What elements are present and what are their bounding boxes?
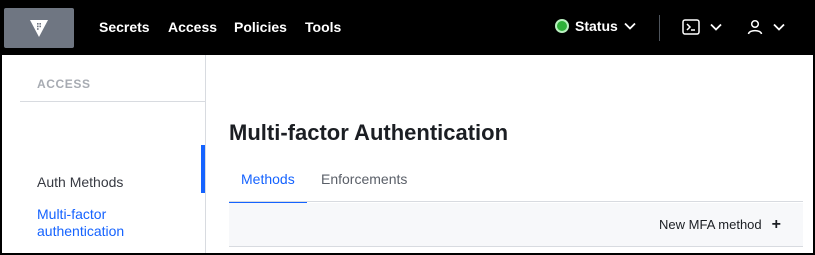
tab-divider <box>229 201 803 202</box>
tab-bar: Methods Enforcements <box>229 169 803 203</box>
status-ok-icon <box>555 19 569 33</box>
sidebar-heading: ACCESS <box>37 77 91 91</box>
chevron-down-icon <box>773 23 785 31</box>
new-mfa-method-button[interactable]: New MFA method + <box>659 216 781 233</box>
tab-methods[interactable]: Methods <box>229 169 307 203</box>
terminal-icon <box>682 19 700 35</box>
sidebar-item-mfa[interactable]: Multi-factor authentication <box>37 206 157 240</box>
plus-icon: + <box>771 216 781 233</box>
top-navbar: Secrets Access Policies Tools Status <box>2 2 813 55</box>
new-mfa-method-label: New MFA method <box>659 217 762 232</box>
chevron-down-icon <box>624 22 636 30</box>
nav-link-secrets[interactable]: Secrets <box>99 19 150 35</box>
console-toggle-button[interactable] <box>682 19 722 35</box>
nav-link-tools[interactable]: Tools <box>305 19 341 35</box>
user-icon <box>747 19 763 35</box>
vault-logo-icon <box>30 20 48 37</box>
sidebar-item-auth-methods[interactable]: Auth Methods <box>37 174 123 190</box>
page-title: Multi-factor Authentication <box>229 120 509 145</box>
chevron-down-icon <box>710 23 722 31</box>
app-window: Secrets Access Policies Tools Status ACC… <box>0 0 815 255</box>
vault-logo[interactable] <box>4 8 74 48</box>
navbar-divider <box>659 15 660 41</box>
sidebar-active-indicator <box>201 145 205 193</box>
status-menu[interactable]: Status <box>555 18 636 34</box>
sidebar-divider <box>20 101 206 102</box>
nav-link-access[interactable]: Access <box>168 19 217 35</box>
toolbar: New MFA method + <box>229 203 803 247</box>
status-label: Status <box>575 18 618 34</box>
user-menu-button[interactable] <box>747 19 785 35</box>
tab-enforcements[interactable]: Enforcements <box>309 169 419 203</box>
nav-link-policies[interactable]: Policies <box>234 19 287 35</box>
